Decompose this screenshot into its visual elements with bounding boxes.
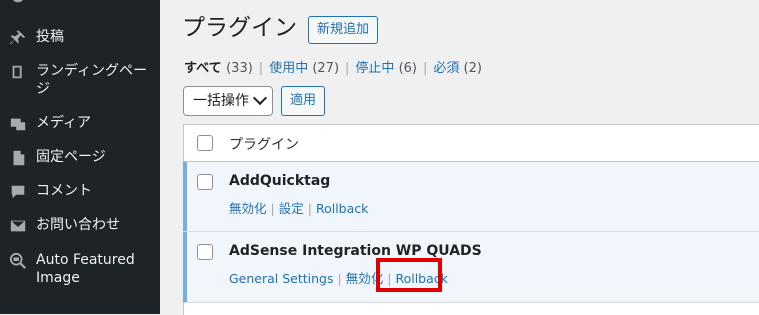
sidebar-item-prev[interactable]	[0, 0, 160, 6]
plugin-name: AddQuicktag	[229, 173, 331, 189]
chevron-down-icon	[252, 90, 268, 106]
mail-icon	[8, 216, 28, 236]
filter-all-label: すべて	[184, 61, 222, 76]
sidebar-item-label: お問い合わせ	[36, 217, 120, 233]
book-icon	[8, 62, 28, 82]
sidebar-item-landing-pages[interactable]: ランディングページ	[0, 62, 160, 98]
row-checkbox[interactable]	[197, 174, 213, 190]
filter-active[interactable]: 使用中 (27)	[269, 61, 339, 76]
filter-all-count: (33)	[226, 61, 253, 76]
comment-icon	[8, 182, 28, 202]
general-settings-link[interactable]: General Settings	[229, 271, 334, 286]
sidebar-item-label: Auto Featured Image	[36, 252, 135, 286]
settings-link[interactable]: 設定	[279, 201, 304, 216]
admin-sidebar: 投稿 ランディングページ メディア 固定ページ コメント お問い合わせ Auto…	[0, 0, 160, 314]
sidebar-item-label: コメント	[36, 183, 92, 199]
sidebar-item-label: 投稿	[36, 29, 64, 45]
select-all-checkbox[interactable]	[197, 135, 213, 151]
page-icon	[8, 148, 28, 168]
filter-required[interactable]: 必須 (2)	[433, 61, 482, 76]
pin-icon	[8, 28, 28, 48]
filter-all[interactable]: すべて (33)	[184, 61, 253, 76]
sidebar-item-label: ランディングページ	[36, 63, 148, 97]
table-row: AdSense Integration WP QUADS General Set…	[183, 232, 759, 303]
table-header: プラグイン	[184, 125, 759, 162]
sidebar-item-label: メディア	[36, 115, 92, 131]
sidebar-item-media[interactable]: メディア	[0, 114, 160, 134]
sidebar-item-label: 固定ページ	[36, 149, 106, 165]
filter-required-count: (2)	[463, 61, 482, 76]
deactivate-link[interactable]: 無効化	[229, 201, 267, 216]
add-new-plugin-button[interactable]: 新規追加	[308, 16, 379, 44]
sidebar-item-posts[interactable]: 投稿	[0, 28, 160, 48]
filter-active-label: 使用中	[269, 61, 309, 76]
bulk-action-select[interactable]: 一括操作	[183, 86, 273, 116]
generic-icon	[8, 0, 28, 6]
sidebar-item-pages[interactable]: 固定ページ	[0, 148, 160, 168]
apply-button[interactable]: 適用	[281, 86, 326, 116]
sidebar-item-contact[interactable]: お問い合わせ	[0, 216, 160, 236]
image-search-icon	[8, 251, 28, 271]
row-checkbox[interactable]	[197, 244, 213, 260]
sidebar-item-auto-featured-image[interactable]: Auto Featured Image	[0, 251, 160, 287]
plugin-name: AdSense Integration WP QUADS	[229, 243, 482, 259]
column-header-plugin: プラグイン	[229, 137, 299, 153]
active-row-indicator	[183, 162, 187, 231]
rollback-link[interactable]: Rollback	[316, 201, 368, 216]
sidebar-item-comments[interactable]: コメント	[0, 182, 160, 202]
row-actions: 無効化 | 設定 | Rollback	[229, 201, 369, 216]
filter-inactive-label: 停止中	[355, 61, 395, 76]
filter-active-count: (27)	[312, 61, 340, 76]
filter-inactive-count: (6)	[398, 61, 417, 76]
table-row: AddQuicktag 無効化 | 設定 | Rollback	[183, 162, 759, 232]
main-content: プラグイン 新規追加 すべて (33) | 使用中 (27) | 停止中 (6) | 必須 …	[160, 0, 759, 315]
media-icon	[8, 114, 28, 134]
active-row-indicator	[183, 232, 187, 302]
plugin-status-filters: すべて (33) | 使用中 (27) | 停止中 (6) | 必須 (2)	[184, 61, 482, 76]
highlight-box	[376, 258, 442, 292]
filter-required-label: 必須	[433, 61, 460, 76]
page-title: プラグイン	[182, 15, 297, 41]
plugins-table: プラグイン AddQuicktag 無効化 | 設定 | Rollback AdSens…	[183, 124, 759, 315]
bulk-action-value: 一括操作	[193, 93, 249, 109]
filter-inactive[interactable]: 停止中 (6)	[355, 61, 417, 76]
